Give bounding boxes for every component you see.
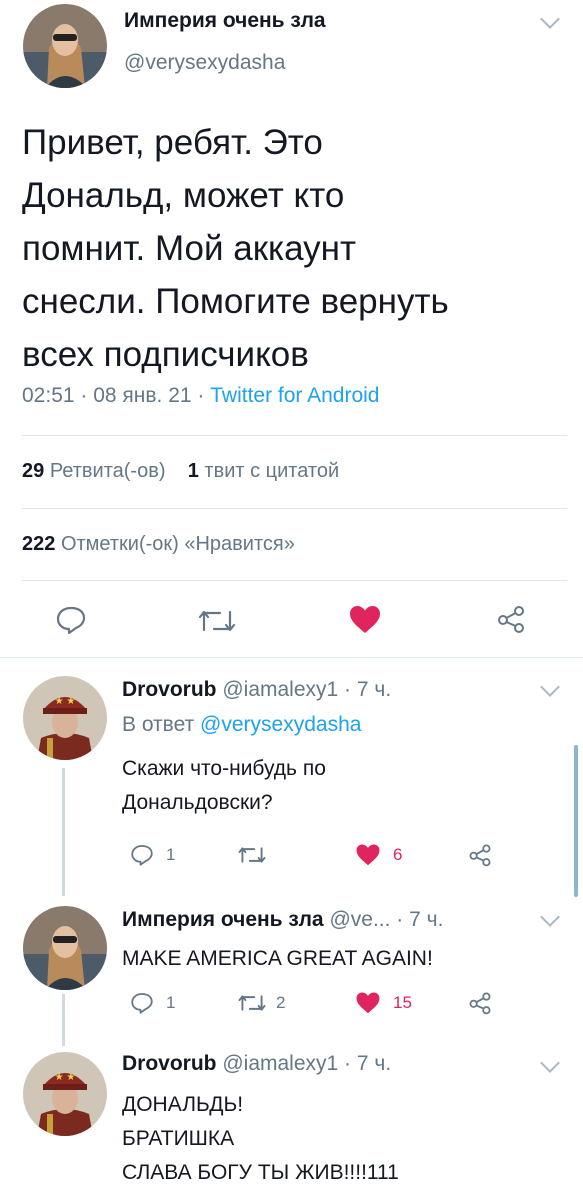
reply-text-line: БРАТИШКА bbox=[122, 1127, 235, 1150]
heart-icon[interactable] bbox=[348, 604, 382, 634]
tweet-meta: 02:51 · 08 янв. 21 · Twitter for Android bbox=[22, 384, 379, 408]
retweet-count: 2 bbox=[276, 993, 286, 1012]
tweet-text-line: Привет, ребят. Это bbox=[22, 123, 323, 162]
reply-to-handle[interactable]: @verysexydasha bbox=[200, 713, 361, 736]
reply-text-line: Скажи что-нибудь по bbox=[122, 757, 326, 780]
retweets-count: 29 bbox=[22, 460, 45, 482]
divider bbox=[22, 435, 567, 436]
heart-icon[interactable] bbox=[355, 991, 381, 1014]
divider bbox=[22, 508, 567, 509]
share-icon[interactable] bbox=[468, 843, 492, 867]
reply-to-prefix: В ответ bbox=[122, 713, 195, 736]
reply-author-name[interactable]: Drovorub bbox=[122, 1052, 217, 1075]
quotes-count[interactable]: 1 bbox=[188, 460, 199, 482]
reply-handle-time[interactable]: @ve... · 7 ч. bbox=[329, 908, 443, 931]
retweet-icon[interactable] bbox=[198, 608, 236, 634]
avatar-reply-author[interactable]: ★ ★ bbox=[23, 1052, 107, 1136]
avatar-reply-author[interactable] bbox=[23, 906, 107, 990]
divider bbox=[22, 580, 567, 581]
chevron-down-icon[interactable] bbox=[540, 9, 560, 29]
thread-line bbox=[62, 994, 65, 1046]
likes-label: Отметки(-ок) «Нравится» bbox=[60, 533, 295, 555]
reply-handle-time[interactable]: @iamalexy1 · 7 ч. bbox=[222, 678, 391, 701]
author-handle[interactable]: @verysexydasha bbox=[124, 51, 285, 75]
scrollbar[interactable] bbox=[574, 745, 578, 897]
chevron-down-icon[interactable] bbox=[540, 907, 560, 927]
reply-handle-time[interactable]: @iamalexy1 · 7 ч. bbox=[222, 1052, 391, 1075]
like-count: 15 bbox=[393, 993, 412, 1012]
share-icon[interactable] bbox=[468, 991, 492, 1015]
tweet-text-line: снесли. Помогите вернуть bbox=[22, 282, 449, 321]
reply-header: Drovorub @iamalexy1 · 7 ч. bbox=[122, 1052, 391, 1076]
reply-count: 1 bbox=[166, 993, 176, 1012]
svg-text:★ ★: ★ ★ bbox=[55, 1072, 76, 1083]
reply-text-line: Дональдовски? bbox=[122, 791, 273, 814]
chevron-down-icon[interactable] bbox=[540, 1053, 560, 1073]
retweet-icon[interactable] bbox=[238, 845, 266, 865]
like-count: 6 bbox=[393, 845, 403, 864]
thread-line bbox=[62, 768, 65, 896]
chevron-down-icon[interactable] bbox=[540, 677, 560, 697]
heart-icon[interactable] bbox=[355, 843, 381, 866]
divider bbox=[0, 657, 583, 658]
reply-icon[interactable] bbox=[130, 843, 154, 867]
reply-header: Drovorub @iamalexy1 · 7 ч. bbox=[122, 678, 391, 702]
reply-text-line: СЛАВА БОГУ ТЫ ЖИВ!!!!111 bbox=[122, 1161, 399, 1184]
reply-text-line: ДОНАЛЬДЬ! bbox=[122, 1093, 244, 1116]
reply-text: ДОНАЛЬДЬ! БРАТИШКА СЛАВА БОГУ ТЫ ЖИВ!!!!… bbox=[122, 1088, 399, 1190]
avatar-reply-author[interactable]: ★ ★ bbox=[23, 676, 107, 760]
reply-count: 1 bbox=[166, 845, 176, 864]
tweet-text: Привет, ребят. Это Дональд, может кто по… bbox=[22, 116, 567, 381]
share-icon[interactable] bbox=[496, 604, 526, 634]
reply-icon[interactable] bbox=[55, 605, 87, 635]
reply-text-line: MAKE AMERICA GREAT AGAIN! bbox=[122, 947, 433, 970]
reply-text: MAKE AMERICA GREAT AGAIN! bbox=[122, 942, 433, 976]
retweets-label: Ретвита(-ов) bbox=[49, 460, 166, 482]
engagement-likes[interactable]: 222 Отметки(-ок) «Нравится» bbox=[22, 533, 295, 556]
author-name[interactable]: Империя очень зла bbox=[124, 9, 326, 33]
reply-text: Скажи что-нибудь по Дональдовски? bbox=[122, 752, 326, 820]
svg-text:★ ★: ★ ★ bbox=[55, 696, 76, 707]
quotes-label[interactable]: твит с цитатой bbox=[204, 460, 339, 482]
reply-icon[interactable] bbox=[130, 991, 154, 1015]
avatar-main-author[interactable] bbox=[23, 4, 107, 88]
reply-author-name[interactable]: Империя очень зла bbox=[122, 908, 324, 931]
tweet-text-line: помнит. Мой аккаунт bbox=[22, 229, 357, 268]
reply-to-line: В ответ @verysexydasha bbox=[122, 713, 361, 737]
reply-author-name[interactable]: Drovorub bbox=[122, 678, 217, 701]
reply-header: Империя очень зла @ve... · 7 ч. bbox=[122, 908, 443, 932]
tweet-timestamp: 02:51 · 08 янв. 21 · bbox=[22, 384, 205, 407]
tweet-text-line: всех подписчиков bbox=[22, 335, 309, 374]
engagement-retweets[interactable]: 29 Ретвита(-ов) 1 твит с цитатой bbox=[22, 460, 339, 483]
tweet-text-line: Дональд, может кто bbox=[22, 176, 345, 215]
retweet-icon[interactable] bbox=[238, 993, 266, 1013]
tweet-source-link[interactable]: Twitter for Android bbox=[210, 384, 379, 407]
likes-count: 222 bbox=[22, 533, 56, 555]
